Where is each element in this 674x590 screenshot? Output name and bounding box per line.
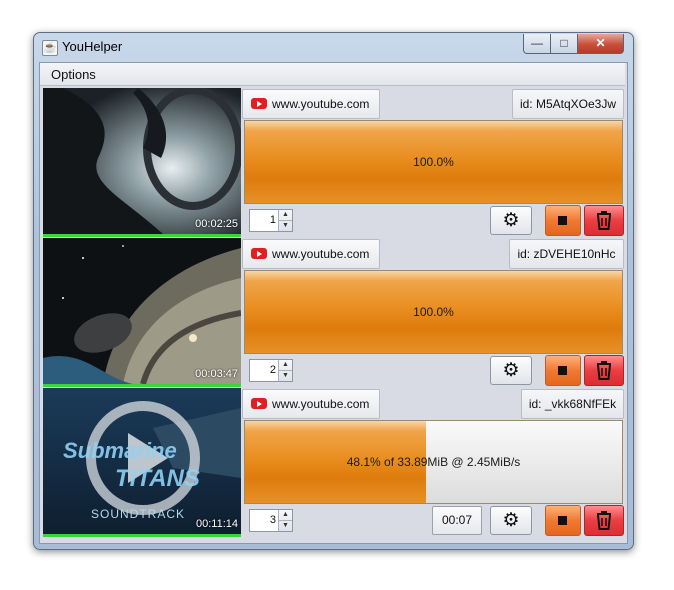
index-spinner[interactable]: 1 ▲ ▼	[249, 209, 293, 232]
thumbnail-subtitle: SOUNDTRACK	[91, 507, 185, 521]
settings-button[interactable]: ⚙	[490, 356, 532, 385]
stop-icon	[558, 516, 567, 525]
stop-button[interactable]	[545, 505, 581, 536]
thumbnail-title-line1: Submarine	[63, 438, 177, 463]
window-title: YouHelper	[62, 39, 123, 54]
minimize-button[interactable]: —	[523, 34, 551, 54]
youtube-icon	[251, 398, 267, 409]
spinner-up-icon[interactable]: ▲	[279, 360, 292, 371]
video-thumbnail: Submarine TITANS SOUNDTRACK 00:11:14	[43, 388, 241, 534]
spinner-up-icon[interactable]: ▲	[279, 510, 292, 521]
download-progress-bar: 100.0%	[244, 120, 623, 204]
source-link-button[interactable]: www.youtube.com	[242, 89, 380, 119]
trash-icon	[597, 361, 611, 380]
source-label: www.youtube.com	[272, 397, 370, 411]
delete-button[interactable]	[584, 205, 624, 236]
download-progress-bar: 100.0%	[244, 270, 623, 354]
settings-button[interactable]: ⚙	[490, 206, 532, 235]
spinner-down-icon[interactable]: ▼	[279, 221, 292, 231]
source-link-button[interactable]: www.youtube.com	[242, 239, 380, 269]
stop-icon	[558, 366, 567, 375]
delete-button[interactable]	[584, 355, 624, 386]
gear-icon: ⚙	[502, 360, 520, 381]
video-thumbnail: 00:02:25	[43, 88, 241, 234]
menu-bar	[40, 63, 625, 86]
gear-icon: ⚙	[502, 510, 520, 531]
video-id-label: id: _vkk68NfFEk	[521, 389, 624, 419]
delete-button[interactable]	[584, 505, 624, 536]
spinner-down-icon[interactable]: ▼	[279, 521, 292, 531]
index-value[interactable]: 2	[250, 360, 276, 381]
trash-icon	[597, 211, 611, 230]
video-id-label: id: M5AtqXOe3Jw	[512, 89, 624, 119]
index-spinner[interactable]: 2 ▲ ▼	[249, 359, 293, 382]
video-id-label: id: zDVEHE10nHc	[509, 239, 624, 269]
status-indicator	[43, 384, 241, 387]
progress-text: 48.1% of 33.89MiB @ 2.45MiB/s	[346, 455, 521, 469]
status-indicator	[43, 234, 241, 237]
index-value[interactable]: 1	[250, 210, 276, 231]
java-app-icon: ☕	[42, 40, 58, 56]
stop-button[interactable]	[545, 355, 581, 386]
progress-text: 100.0%	[413, 305, 454, 319]
index-spinner[interactable]: 3 ▲ ▼	[249, 509, 293, 532]
stop-icon	[558, 216, 567, 225]
trash-icon	[597, 511, 611, 530]
spinner-down-icon[interactable]: ▼	[279, 371, 292, 381]
video-thumbnail: 00:03:47	[43, 238, 241, 384]
source-label: www.youtube.com	[272, 247, 370, 261]
source-link-button[interactable]: www.youtube.com	[242, 389, 380, 419]
index-value[interactable]: 3	[250, 510, 276, 531]
menu-item-options[interactable]: Options	[51, 67, 96, 82]
video-duration: 00:03:47	[195, 368, 238, 380]
settings-button[interactable]: ⚙	[490, 506, 532, 535]
eta-label: 00:07	[432, 506, 482, 535]
video-duration: 00:11:14	[195, 518, 238, 530]
stop-button[interactable]	[545, 205, 581, 236]
maximize-button[interactable]: □	[550, 34, 578, 54]
spinner-up-icon[interactable]: ▲	[279, 210, 292, 221]
status-indicator	[43, 534, 241, 537]
progress-text: 100.0%	[413, 155, 454, 169]
youtube-icon	[251, 98, 267, 109]
video-duration: 00:02:25	[195, 218, 238, 230]
thumbnail-title-line2: TITANS	[115, 465, 200, 492]
youtube-icon	[251, 248, 267, 259]
gear-icon: ⚙	[502, 210, 520, 231]
download-progress-bar: 48.1% of 33.89MiB @ 2.45MiB/s	[244, 420, 623, 504]
source-label: www.youtube.com	[272, 97, 370, 111]
close-button[interactable]: ✕	[577, 34, 624, 54]
